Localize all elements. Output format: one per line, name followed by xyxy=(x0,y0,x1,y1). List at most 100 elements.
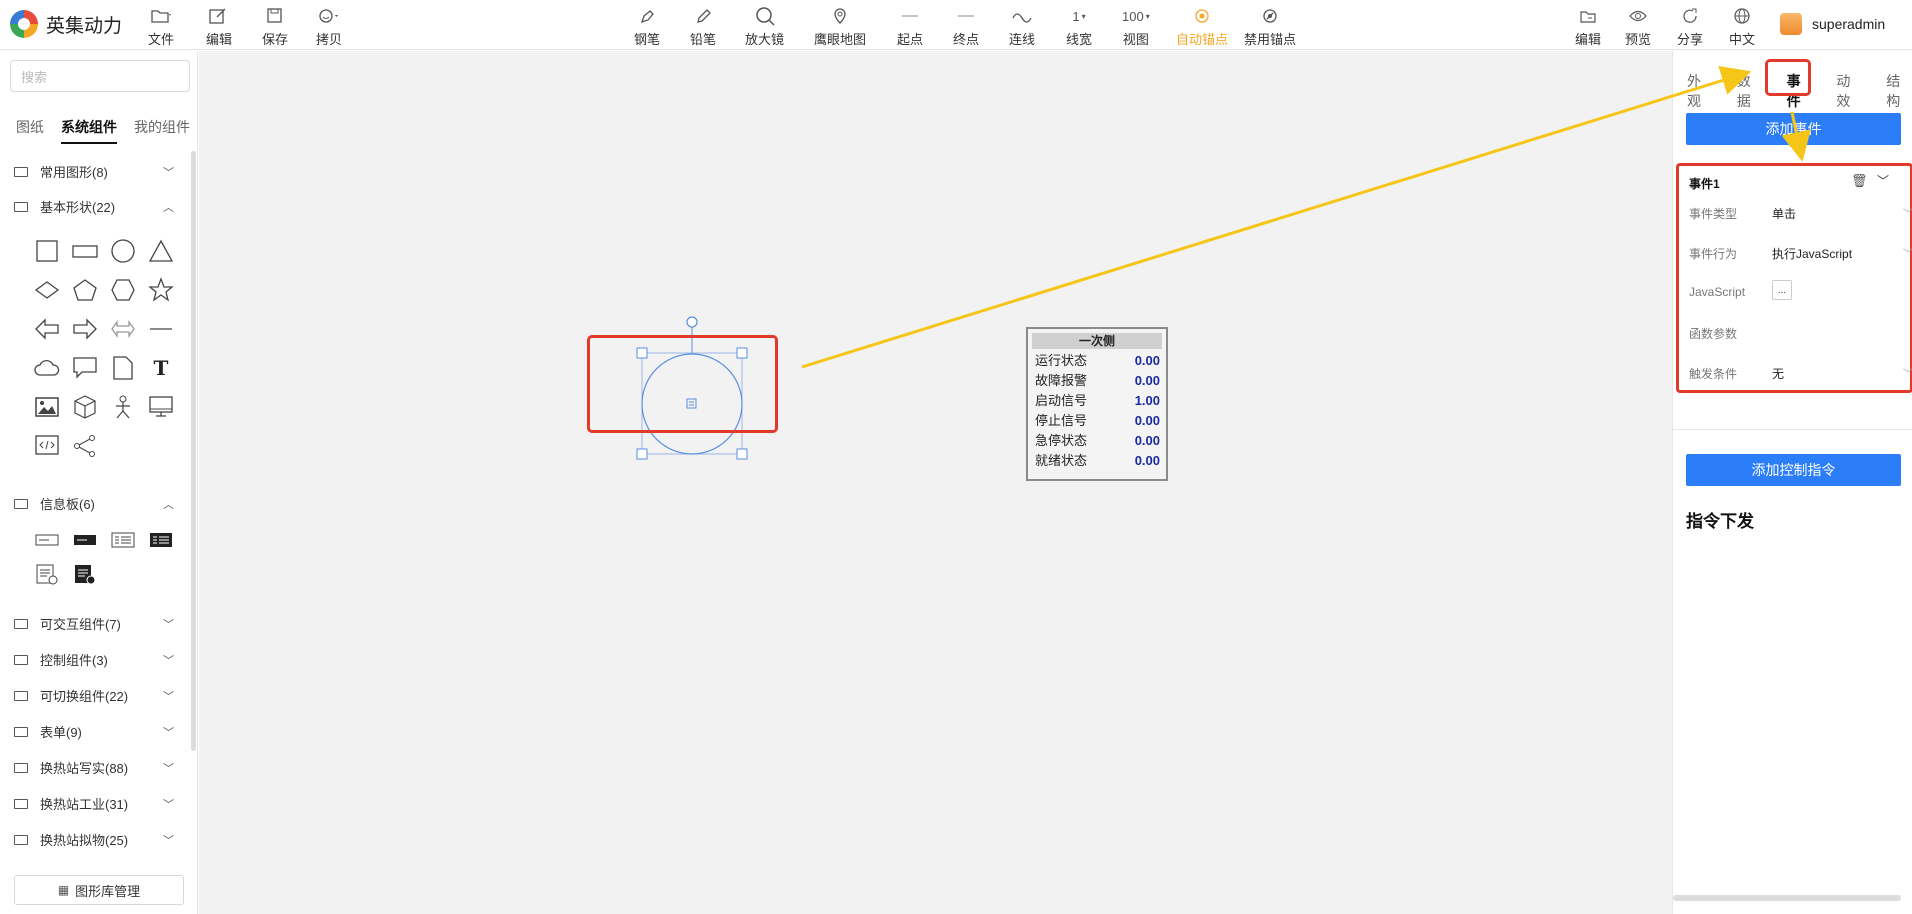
rectangle-shape[interactable] xyxy=(66,231,104,270)
user-menu[interactable]: superadmin xyxy=(1780,13,1885,35)
line-shape[interactable] xyxy=(142,309,180,348)
resize-handle[interactable] xyxy=(736,448,748,460)
group-form[interactable]: 表单(9) ﹀ xyxy=(14,722,174,741)
zoom-value: 100 xyxy=(1122,8,1144,24)
eagle-eye-map-tool[interactable]: 鹰眼地图 xyxy=(814,6,866,48)
info-board-item[interactable] xyxy=(66,523,104,557)
hexagon-shape[interactable] xyxy=(104,270,142,309)
trigger-condition-select[interactable]: 无 xyxy=(1772,365,1784,382)
chevron-down-icon: ﹀ xyxy=(163,762,174,775)
cube-shape[interactable] xyxy=(66,387,104,426)
connector-tool[interactable]: 连线 xyxy=(1009,6,1035,48)
group-heat-station-industrial[interactable]: 换热站工业(31) ﹀ xyxy=(14,794,174,813)
group-common-shapes[interactable]: 常用图形(8) ﹀ xyxy=(14,162,174,181)
group-switchable[interactable]: 可切换组件(22) ﹀ xyxy=(14,686,174,705)
share-graph-shape[interactable] xyxy=(66,426,104,465)
app-logo: 英集动力 xyxy=(10,10,122,38)
pen-tool[interactable]: 钢笔 xyxy=(634,6,660,48)
canvas-drawing xyxy=(636,316,748,460)
copy-menu-button[interactable]: 拷贝 xyxy=(316,6,342,48)
text-shape[interactable]: T xyxy=(142,348,180,387)
drawing-canvas[interactable]: 一次侧 运行状态 0.00 故障报警 0.00 启动信号 1.00 停止信号 0.00 … xyxy=(199,51,1672,914)
info-board-widget[interactable]: 一次侧 运行状态 0.00 故障报警 0.00 启动信号 1.00 停止信号 0.00 … xyxy=(1026,327,1168,481)
add-event-button[interactable]: 添加事件 xyxy=(1686,113,1901,145)
monitor-shape[interactable] xyxy=(142,387,180,426)
auto-anchor-toggle[interactable]: 自动锚点 xyxy=(1176,6,1228,48)
line-end-icon xyxy=(956,6,976,26)
tab-appearance[interactable]: 外观 xyxy=(1687,71,1713,111)
folder-icon xyxy=(14,654,28,665)
language-button[interactable]: 中文 xyxy=(1729,6,1755,48)
info-board-item[interactable] xyxy=(66,557,104,591)
edit-mode-button[interactable]: 编辑 xyxy=(1575,6,1601,48)
info-board-item[interactable] xyxy=(28,557,66,591)
actor-shape[interactable] xyxy=(104,387,142,426)
avatar xyxy=(1780,13,1802,35)
info-board-item[interactable] xyxy=(142,523,180,557)
circle-shape[interactable] xyxy=(104,231,142,270)
chevron-down-icon: ﹀ xyxy=(163,726,174,739)
trash-icon[interactable]: 🗑 xyxy=(1851,173,1868,189)
tab-my-components[interactable]: 我的组件 xyxy=(134,117,190,144)
tab-data[interactable]: 数据 xyxy=(1737,71,1763,111)
magnifier-tool[interactable]: 放大镜 xyxy=(745,6,784,48)
chevron-down-icon: ﹀ xyxy=(163,618,174,631)
group-control[interactable]: 控制组件(3) ﹀ xyxy=(14,650,174,669)
library-manage-button[interactable]: ▦ 图形库管理 xyxy=(14,875,184,905)
sidebar-scrollbar[interactable] xyxy=(191,151,196,751)
info-board-item[interactable] xyxy=(104,523,142,557)
diamond-shape[interactable] xyxy=(28,270,66,309)
group-interactive[interactable]: 可交互组件(7) ﹀ xyxy=(14,614,174,633)
right-arrow-shape[interactable] xyxy=(66,309,104,348)
tab-structure[interactable]: 结构 xyxy=(1886,71,1912,111)
pen-icon xyxy=(638,6,656,26)
search-input[interactable]: 搜索 xyxy=(10,60,190,92)
edit-icon xyxy=(208,6,230,26)
top-toolbar: 英集动力 文件 编辑 保存 拷贝 钢笔 铅笔 放大镜 鹰眼地图 起点 终点 连线… xyxy=(0,0,1912,50)
file-menu-button[interactable]: 文件 xyxy=(148,6,174,48)
callout-shape[interactable] xyxy=(66,348,104,387)
event-type-select[interactable]: 单击 xyxy=(1772,205,1796,222)
javascript-editor-button[interactable]: ... xyxy=(1772,280,1792,300)
info-board-item[interactable] xyxy=(28,523,66,557)
rotate-handle[interactable] xyxy=(686,316,698,328)
folder-icon xyxy=(14,618,28,629)
chevron-down-icon: ﹀ xyxy=(163,798,174,811)
folder-edit-icon xyxy=(1579,6,1597,26)
pentagon-shape[interactable] xyxy=(66,270,104,309)
cloud-shape[interactable] xyxy=(28,348,66,387)
resize-handle[interactable] xyxy=(636,448,648,460)
view-zoom-select[interactable]: 100 ▾ 视图 xyxy=(1122,6,1150,48)
line-start-tool[interactable]: 起点 xyxy=(897,6,923,48)
chevron-up-icon: ︿ xyxy=(163,498,174,511)
preview-button[interactable]: 预览 xyxy=(1625,6,1651,48)
disable-anchor-toggle[interactable]: 禁用锚点 xyxy=(1244,6,1296,48)
panel-scrollbar[interactable] xyxy=(1673,895,1901,901)
image-shape[interactable] xyxy=(28,387,66,426)
double-arrow-shape[interactable] xyxy=(104,309,142,348)
group-heat-station-realistic[interactable]: 换热站写实(88) ﹀ xyxy=(14,758,174,777)
star-shape[interactable] xyxy=(142,270,180,309)
pencil-tool[interactable]: 铅笔 xyxy=(690,6,716,48)
square-shape[interactable] xyxy=(28,231,66,270)
tab-drawings[interactable]: 图纸 xyxy=(16,117,44,144)
chevron-down-icon: ﹀ xyxy=(1903,369,1912,380)
add-control-command-button[interactable]: 添加控制指令 xyxy=(1686,454,1901,486)
chevron-down-icon[interactable]: ﹀ xyxy=(1877,172,1889,189)
save-button[interactable]: 保存 xyxy=(262,6,288,48)
tab-animation[interactable]: 动效 xyxy=(1836,71,1862,111)
edit-menu-button[interactable]: 编辑 xyxy=(206,6,232,48)
share-button[interactable]: 分享 xyxy=(1677,6,1703,48)
code-embed-shape[interactable] xyxy=(28,426,66,465)
group-basic-shapes[interactable]: 基本形状(22) ︿ xyxy=(14,197,174,216)
group-info-board[interactable]: 信息板(6) ︿ xyxy=(14,494,174,513)
line-width-select[interactable]: 1 ▾ 线宽 xyxy=(1066,6,1092,48)
line-end-tool[interactable]: 终点 xyxy=(953,6,979,48)
info-board-row: 故障报警 0.00 xyxy=(1035,373,1160,388)
document-shape[interactable] xyxy=(104,348,142,387)
event-action-select[interactable]: 执行JavaScript xyxy=(1772,245,1852,262)
group-heat-station-skeuomorphic[interactable]: 换热站拟物(25) ﹀ xyxy=(14,830,174,849)
triangle-shape[interactable] xyxy=(142,231,180,270)
tab-system-components[interactable]: 系统组件 xyxy=(61,117,117,144)
left-arrow-shape[interactable] xyxy=(28,309,66,348)
